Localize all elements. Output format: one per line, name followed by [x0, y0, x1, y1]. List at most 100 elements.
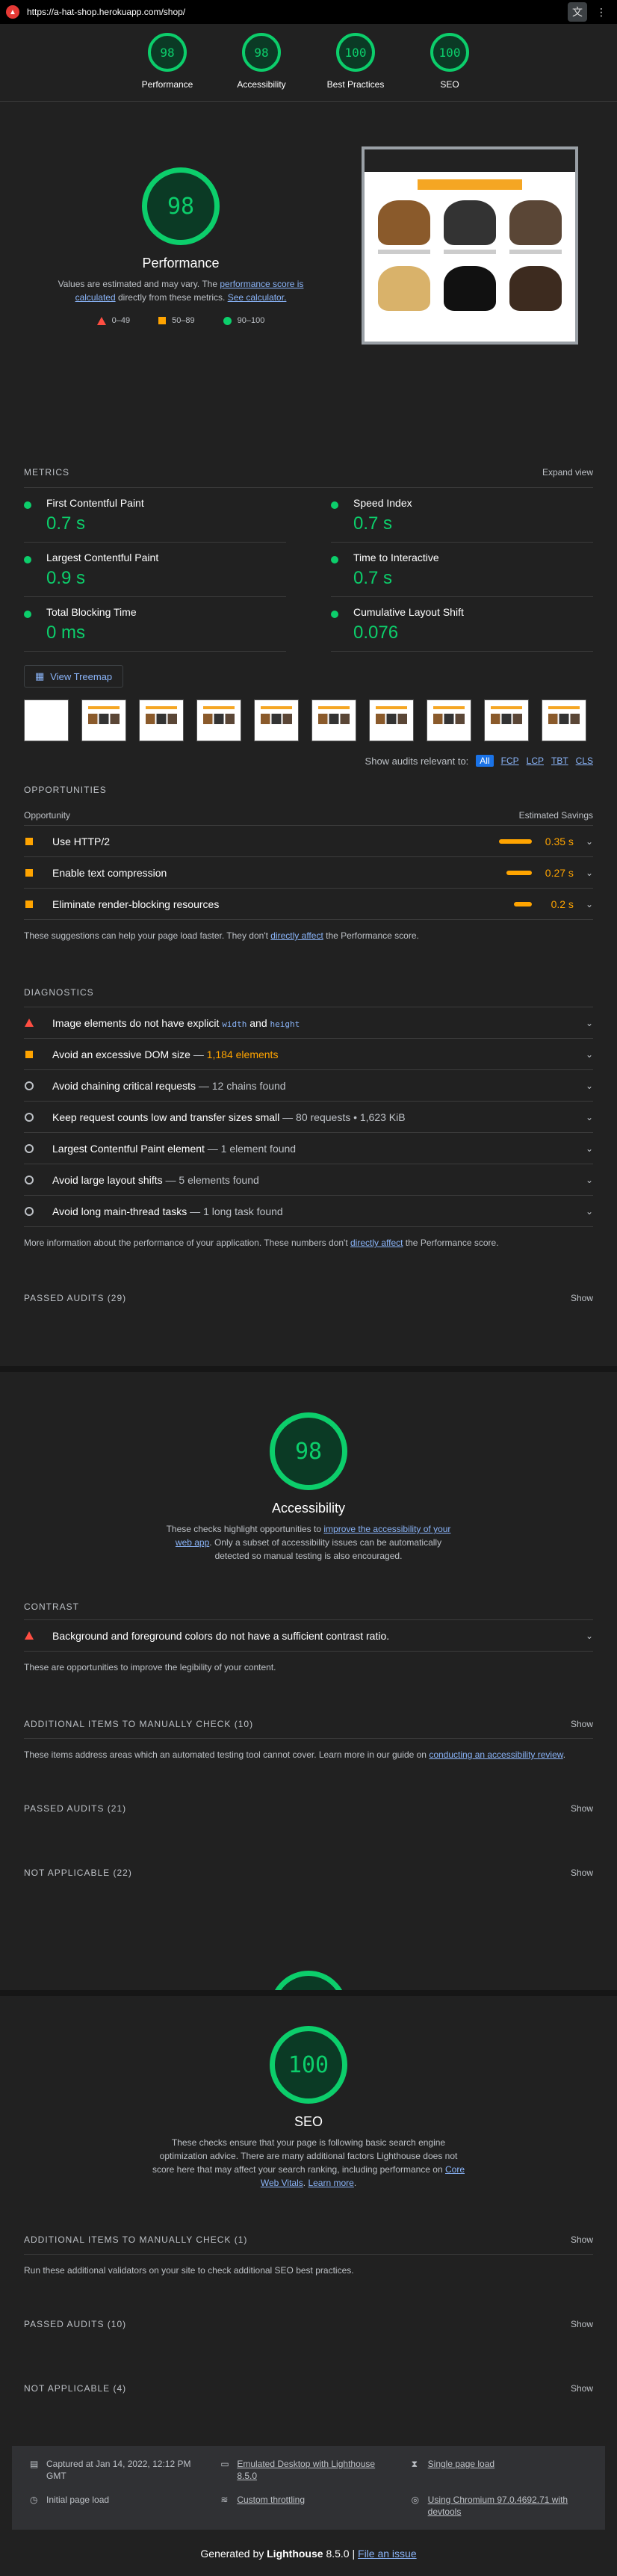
audit-render-blocking[interactable]: Eliminate render-blocking resources 0.2 s… — [24, 888, 593, 919]
audit-critical-chains[interactable]: Avoid chaining critical requests — 12 ch… — [24, 1069, 593, 1101]
audit-text-compression[interactable]: Enable text compression 0.27 s ⌄ — [24, 856, 593, 888]
gauge-label: Best Practices — [326, 79, 385, 90]
chevron-down-icon[interactable]: ⌄ — [586, 1049, 593, 1060]
audit-title: Background and foreground colors do not … — [52, 1629, 390, 1642]
gauge-seo[interactable]: 100 SEO — [418, 33, 482, 101]
audit-title-text: Avoid long main-thread tasks — [52, 1205, 187, 1217]
show-toggle[interactable]: Show — [571, 2383, 593, 2394]
audit-image-dimensions[interactable]: Image elements do not have explicit widt… — [24, 1007, 593, 1038]
audit-display-value: — 1 long task found — [187, 1205, 283, 1217]
show-toggle[interactable]: Show — [571, 1803, 593, 1814]
filter-tbt[interactable]: TBT — [551, 756, 568, 766]
emulated-link[interactable]: Emulated Desktop with Lighthouse 8.5.0 — [237, 2458, 396, 2482]
view-treemap-button[interactable]: ▦ View Treemap — [24, 665, 124, 688]
metric-name: Speed Index — [353, 497, 412, 509]
audit-savings: 0.35 s — [545, 835, 574, 847]
show-toggle[interactable]: Show — [571, 2319, 593, 2329]
wifi-icon: ≋ — [220, 2495, 229, 2505]
filter-cls[interactable]: CLS — [576, 756, 593, 766]
metric-value: 0 ms — [46, 623, 86, 643]
chevron-down-icon[interactable]: ⌄ — [586, 1081, 593, 1091]
gauge-accessibility[interactable]: 98 Accessibility — [229, 33, 294, 101]
audit-lcp-element[interactable]: Largest Contentful Paint element — 1 ele… — [24, 1132, 593, 1164]
average-square-icon — [25, 868, 33, 877]
show-toggle[interactable]: Show — [571, 1868, 593, 1878]
filmstrip-frame — [196, 699, 241, 741]
score-gauges-bar: 98 Performance 98 Accessibility 100 Best… — [0, 24, 617, 102]
translate-icon[interactable]: 文 — [568, 2, 587, 22]
audit-main-thread-tasks[interactable]: Avoid long main-thread tasks — 1 long ta… — [24, 1195, 593, 1226]
pass-circle-icon — [331, 501, 338, 509]
directly-affect-link[interactable]: directly affect — [350, 1238, 403, 1248]
filter-lcp[interactable]: LCP — [527, 756, 544, 766]
final-screenshot[interactable] — [362, 146, 578, 345]
learn-more-link[interactable]: Learn more — [308, 2178, 353, 2188]
filmstrip-frame — [369, 699, 414, 741]
chevron-down-icon[interactable]: ⌄ — [586, 868, 593, 878]
audit-layout-shifts[interactable]: Avoid large layout shifts — 5 elements f… — [24, 1164, 593, 1195]
chevron-down-icon[interactable]: ⌄ — [586, 1631, 593, 1641]
see-calculator-link[interactable]: See calculator. — [228, 292, 287, 303]
best-practices-gauge-partial — [0, 1960, 617, 1990]
filter-fcp[interactable]: FCP — [501, 756, 519, 766]
audit-title-text: Avoid an excessive DOM size — [52, 1048, 190, 1060]
chromium-link[interactable]: Using Chromium 97.0.4692.71 with devtool… — [428, 2494, 587, 2518]
seo-score-gauge: 100 — [270, 2026, 347, 2104]
manual-check-label: ADDITIONAL ITEMS TO MANUALLY CHECK (10) — [24, 1719, 254, 1729]
average-square-icon — [158, 317, 167, 324]
gauge-label: SEO — [440, 79, 459, 90]
audit-dom-size[interactable]: Avoid an excessive DOM size — 1,184 elem… — [24, 1038, 593, 1069]
a11y-not-applicable[interactable]: NOT APPLICABLE (22) Show — [24, 1868, 593, 1878]
filmstrip-frame — [311, 699, 356, 741]
chevron-down-icon[interactable]: ⌄ — [586, 836, 593, 847]
metric-value: 0.7 s — [353, 568, 393, 588]
show-toggle[interactable]: Show — [571, 2234, 593, 2245]
seo-not-applicable[interactable]: NOT APPLICABLE (4) Show — [24, 2383, 593, 2394]
single-load-link[interactable]: Single page load — [428, 2458, 494, 2470]
perf-passed-audits[interactable]: PASSED AUDITS (29) Show — [24, 1293, 593, 1303]
seo-passed-audits[interactable]: PASSED AUDITS (10) Show — [24, 2319, 593, 2329]
directly-affect-link[interactable]: directly affect — [270, 930, 323, 941]
seo-title: SEO — [294, 2114, 323, 2129]
chevron-down-icon[interactable]: ⌄ — [586, 1143, 593, 1154]
audit-color-contrast[interactable]: Background and foreground colors do not … — [24, 1619, 593, 1651]
expand-view-toggle[interactable]: Expand view — [542, 467, 593, 478]
seo-description: These checks ensure that your page is fo… — [152, 2136, 465, 2190]
product-thumb — [509, 266, 562, 311]
chevron-down-icon[interactable]: ⌄ — [586, 899, 593, 909]
show-toggle[interactable]: Show — [571, 1293, 593, 1303]
a11y-manual-check[interactable]: ADDITIONAL ITEMS TO MANUALLY CHECK (10) … — [24, 1719, 593, 1729]
gauge-best-practices[interactable]: 100 Best Practices — [323, 33, 388, 101]
metric-tbt: Total Blocking Time 0 ms — [24, 597, 286, 652]
file-issue-link[interactable]: File an issue — [358, 2548, 417, 2560]
opportunities-note: These suggestions can help your page loa… — [24, 919, 593, 941]
url-text[interactable]: https://a-hat-shop.herokuapp.com/shop/ — [27, 7, 563, 17]
diagnostics-title: DIAGNOSTICS — [24, 987, 94, 998]
legend-average: 50–89 — [172, 316, 195, 325]
metric-name: Largest Contentful Paint — [46, 552, 159, 563]
browser-toolbar: ▲ https://a-hat-shop.herokuapp.com/shop/… — [0, 0, 617, 24]
filter-label: Show audits relevant to: — [365, 755, 469, 767]
pass-circle-icon — [223, 316, 232, 325]
show-toggle[interactable]: Show — [571, 1719, 593, 1729]
pass-circle-icon — [24, 611, 31, 618]
gauge-label: Accessibility — [237, 79, 286, 90]
accessibility-title: Accessibility — [271, 1501, 346, 1516]
more-menu-icon[interactable]: ⋮ — [592, 2, 611, 22]
pass-circle-icon — [24, 501, 31, 509]
filter-all[interactable]: All — [476, 755, 494, 767]
gauge-performance[interactable]: 98 Performance — [135, 33, 199, 101]
seo-manual-check[interactable]: ADDITIONAL ITEMS TO MANUALLY CHECK (1) S… — [24, 2234, 593, 2245]
chevron-down-icon[interactable]: ⌄ — [586, 1018, 593, 1028]
a11y-passed-audits[interactable]: PASSED AUDITS (21) Show — [24, 1803, 593, 1814]
audit-title: Avoid long main-thread tasks — 1 long ta… — [52, 1205, 586, 1217]
chevron-down-icon[interactable]: ⌄ — [586, 1112, 593, 1122]
accessibility-review-link[interactable]: conducting an accessibility review — [429, 1749, 562, 1760]
manual-check-note: These items address areas which an autom… — [24, 1738, 593, 1760]
chevron-down-icon[interactable]: ⌄ — [586, 1175, 593, 1185]
throttling-link[interactable]: Custom throttling — [237, 2494, 305, 2506]
chevron-down-icon[interactable]: ⌄ — [586, 1206, 593, 1217]
audit-request-counts[interactable]: Keep request counts low and transfer siz… — [24, 1101, 593, 1132]
audit-http2[interactable]: Use HTTP/2 0.35 s ⌄ — [24, 825, 593, 856]
info-circle-icon — [25, 1081, 34, 1090]
